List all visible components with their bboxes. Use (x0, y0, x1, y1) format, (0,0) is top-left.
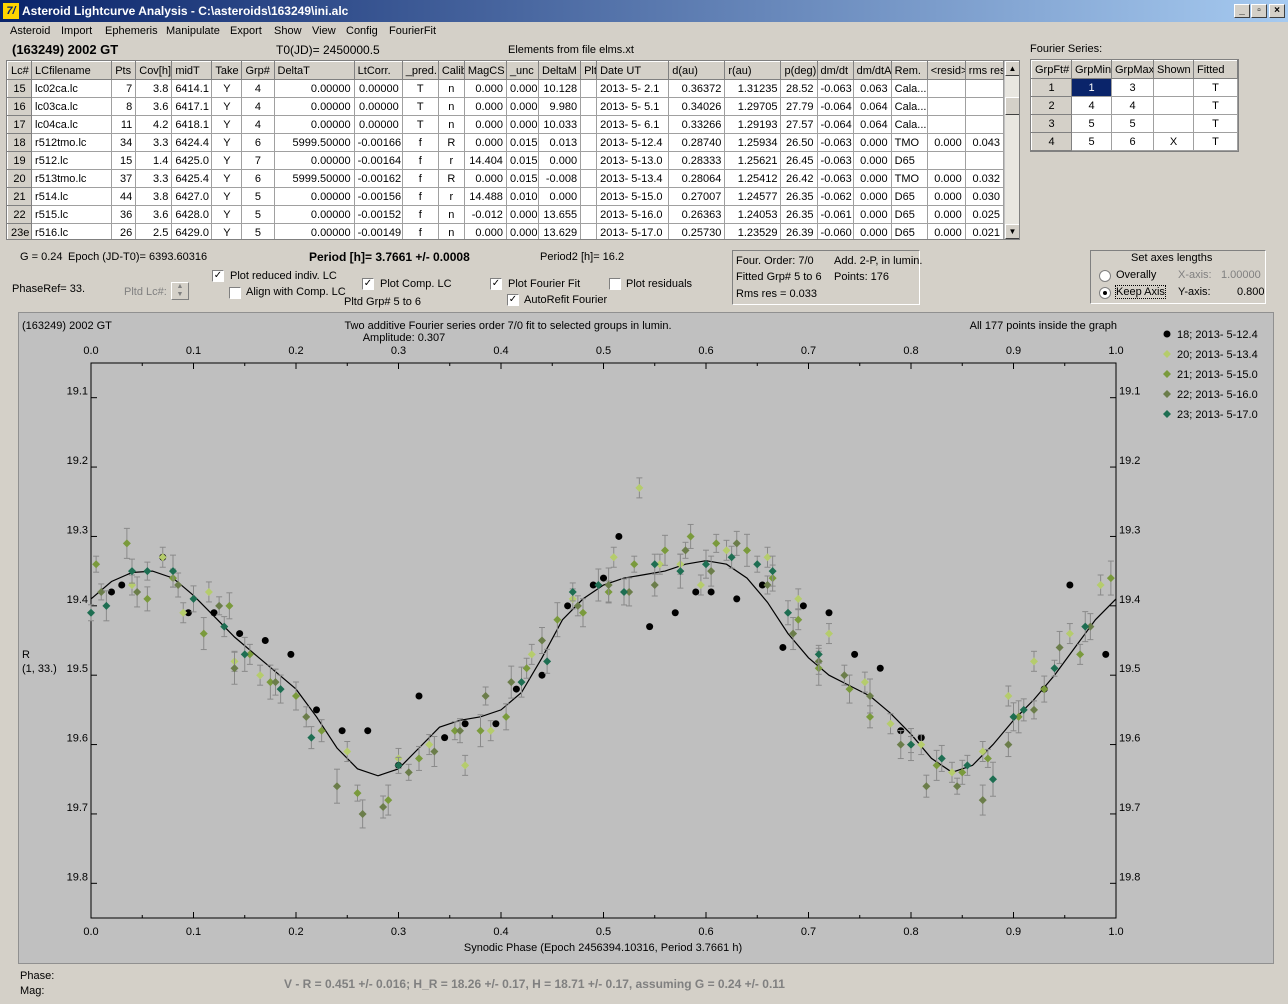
y-tick-label: 19.8 (67, 871, 88, 883)
x-tick-label: 0.7 (801, 926, 816, 938)
data-point (492, 720, 500, 728)
data-point (615, 532, 623, 540)
x-tick-label-top: 1.0 (1108, 345, 1123, 357)
x-tick-label-top: 0.5 (596, 345, 611, 357)
color-index-summary: V - R = 0.451 +/- 0.016; H_R = 18.26 +/-… (284, 977, 785, 991)
x-tick-label-top: 0.4 (493, 345, 508, 357)
phase-label: Phase: (20, 970, 55, 982)
data-point (441, 734, 449, 742)
data-point (1066, 581, 1074, 589)
y-axis-label-2: (1, 33.) (22, 663, 57, 675)
legend-marker (1163, 350, 1171, 358)
data-point (538, 671, 546, 679)
chart-amplitude: Amplitude: 0.307 (363, 332, 446, 344)
y-tick-label: 19.5 (67, 663, 88, 675)
y-tick-label: 19.1 (67, 386, 88, 398)
x-tick-label-top: 0.1 (186, 345, 201, 357)
x-axis-label: Synodic Phase (Epoch 2456394.10316, Peri… (464, 942, 742, 954)
data-point (564, 602, 572, 610)
y-tick-label-right: 19.4 (1119, 594, 1140, 606)
data-point (671, 609, 679, 617)
data-point (851, 650, 859, 658)
data-point (1102, 650, 1110, 658)
data-point (364, 727, 372, 735)
data-point (108, 588, 115, 596)
mag-label: Mag: (20, 985, 45, 997)
data-point (313, 706, 320, 714)
legend-label: 23; 2013- 5-17.0 (1177, 409, 1258, 421)
legend-marker (1163, 330, 1171, 338)
x-tick-label-top: 0.8 (903, 345, 918, 357)
y-tick-label: 19.7 (67, 802, 88, 814)
y-tick-label: 19.6 (67, 733, 88, 745)
x-tick-label-top: 0.0 (83, 345, 98, 357)
y-tick-label-right: 19.6 (1119, 733, 1140, 745)
y-tick-label: 19.2 (67, 455, 88, 467)
y-tick-label-right: 19.1 (1119, 386, 1140, 398)
y-tick-label-right: 19.2 (1119, 455, 1140, 467)
legend-marker (1163, 370, 1171, 378)
x-tick-label: 0.4 (493, 926, 508, 938)
x-tick-label-top: 0.2 (288, 345, 303, 357)
data-point (799, 602, 807, 610)
x-tick-label: 1.0 (1108, 926, 1123, 938)
y-tick-label-right: 19.3 (1119, 524, 1140, 536)
legend-marker (1163, 410, 1171, 418)
x-tick-label: 0.1 (186, 926, 201, 938)
legend-label: 22; 2013- 5-16.0 (1177, 389, 1258, 401)
data-point (733, 595, 741, 603)
x-tick-label: 0.9 (1006, 926, 1021, 938)
data-point (512, 685, 520, 693)
lightcurve-chart: (163249) 2002 GT Two additive Fourier ser… (22, 320, 1258, 954)
data-point (118, 581, 126, 589)
x-tick-label-top: 0.7 (801, 345, 816, 357)
chart-title-left: (163249) 2002 GT (22, 320, 112, 332)
data-point (236, 630, 244, 638)
y-tick-label-right: 19.5 (1119, 663, 1140, 675)
legend-label: 18; 2013- 5-12.4 (1177, 329, 1258, 341)
legend-label: 20; 2013- 5-13.4 (1177, 349, 1258, 361)
x-tick-label: 0.3 (391, 926, 406, 938)
data-point (825, 609, 833, 617)
x-tick-label: 0.6 (698, 926, 713, 938)
x-tick-label-top: 0.6 (698, 345, 713, 357)
data-point (287, 650, 295, 658)
y-tick-label-right: 19.8 (1119, 871, 1140, 883)
y-tick-label-right: 19.7 (1119, 802, 1140, 814)
chart-title-right: All 177 points inside the graph (970, 320, 1117, 332)
x-tick-label: 0.5 (596, 926, 611, 938)
y-tick-label: 19.4 (67, 594, 88, 606)
y-axis-label: R (22, 649, 30, 661)
data-point (338, 727, 346, 735)
data-point (779, 643, 787, 651)
x-tick-label-top: 0.3 (391, 345, 406, 357)
data-point (692, 588, 700, 596)
data-point (646, 623, 654, 631)
data-point (707, 588, 715, 596)
legend-label: 21; 2013- 5-15.0 (1177, 369, 1258, 381)
data-point (461, 720, 469, 728)
data-point (261, 637, 269, 644)
x-tick-label-top: 0.9 (1006, 345, 1021, 357)
x-tick-label: 0.8 (903, 926, 918, 938)
x-tick-label: 0.2 (288, 926, 303, 938)
data-point (876, 664, 884, 672)
chart-title-center: Two additive Fourier series order 7/0 fi… (344, 320, 671, 332)
y-tick-label: 19.3 (67, 524, 88, 536)
legend-marker (1163, 390, 1171, 398)
x-tick-label: 0.0 (83, 926, 98, 938)
data-point (415, 692, 423, 700)
